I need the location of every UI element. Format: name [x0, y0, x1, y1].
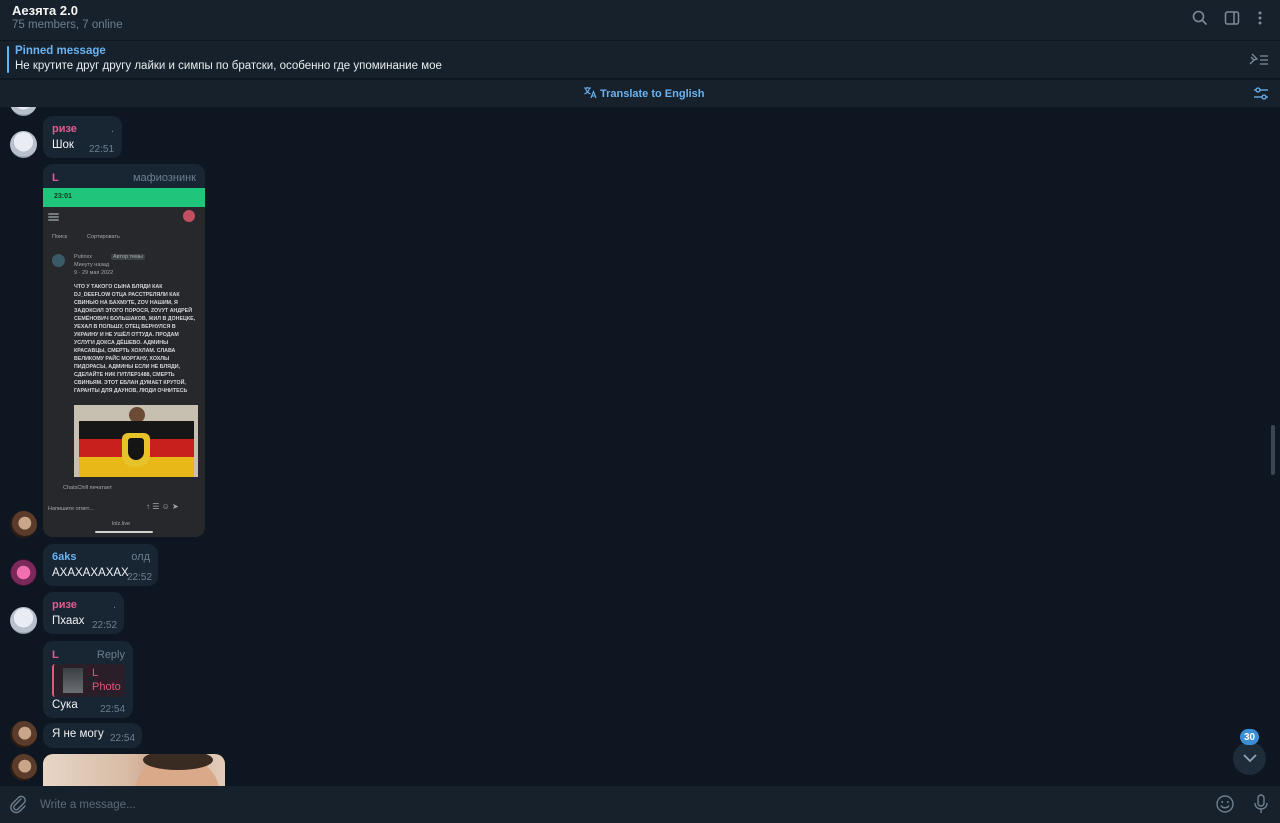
- photo-message[interactable]: [43, 754, 225, 786]
- chevron-down-icon: [1242, 750, 1258, 768]
- reply-sender: L: [92, 667, 99, 679]
- message-bubble[interactable]: Я не могу 22:54: [43, 723, 142, 748]
- message-sender[interactable]: L: [52, 649, 59, 661]
- pinned-indicator: [7, 46, 9, 73]
- translate-button[interactable]: Translate to English: [583, 86, 705, 102]
- screenshot-author-badge: Автор темы: [111, 254, 145, 260]
- message-text: Шок: [52, 139, 74, 151]
- screenshot-status-bar: 23:01: [43, 188, 205, 207]
- pinned-label: Pinned message: [15, 45, 106, 57]
- search-icon[interactable]: [1190, 8, 1210, 28]
- chat-subtitle: 75 members, 7 online: [12, 19, 123, 31]
- screenshot-toolbar-icons: ↑ ☰ ☺ ➤: [146, 502, 179, 511]
- avatar[interactable]: [10, 607, 37, 634]
- avatar[interactable]: [10, 131, 37, 158]
- avatar[interactable]: [10, 721, 37, 748]
- screenshot-image[interactable]: 23:01 Поиск Сортировать Putinxx Автор те…: [43, 188, 205, 537]
- attach-icon[interactable]: [8, 794, 28, 814]
- reply-preview[interactable]: L Photo: [52, 664, 125, 697]
- more-icon[interactable]: [1250, 8, 1270, 28]
- screenshot-typing: ChatsChill печатает: [63, 485, 113, 491]
- message-composer: [0, 786, 1280, 823]
- screenshot-ago: Минуту назад: [74, 262, 110, 268]
- pinned-list-icon[interactable]: [1248, 50, 1270, 68]
- message-list[interactable]: ризе . Шок 22:51 L мафиознинк 23:01 Поис…: [0, 107, 1280, 786]
- screenshot-avatar: [183, 210, 195, 222]
- scroll-down-button[interactable]: [1233, 742, 1266, 775]
- translate-settings-icon[interactable]: [1252, 85, 1270, 103]
- screenshot-menu-icon: [48, 219, 59, 221]
- screenshot-home-bar: [95, 531, 153, 533]
- screenshot-reply-input: Напишите ответ...: [48, 506, 94, 512]
- message-text: Я не могу: [52, 728, 104, 740]
- screenshot-status-time: 23:01: [54, 193, 72, 200]
- message-text: Пхаах: [52, 615, 85, 627]
- message-text: Сука: [52, 699, 78, 711]
- screenshot-sort: Сортировать: [87, 234, 120, 240]
- screenshot-username: Putinxx: [74, 254, 93, 260]
- pinned-message[interactable]: Pinned message Не крутите друг другу лай…: [0, 41, 1280, 78]
- message-time: 22:52: [92, 620, 118, 631]
- sender-tag: .: [112, 599, 116, 611]
- sidebar-toggle-icon[interactable]: [1222, 8, 1242, 28]
- message-time: 22:52: [127, 572, 153, 583]
- scrollbar-thumb[interactable]: [1271, 425, 1275, 475]
- sender-tag: олд: [131, 551, 150, 563]
- message-time: 22:54: [110, 733, 136, 744]
- translate-bar: Translate to English: [0, 79, 1280, 107]
- screenshot-stats: 9 · 29 мая 2022: [74, 270, 114, 276]
- message-sender[interactable]: 6aks: [52, 551, 76, 563]
- message-text: АХАХАХАХАХ: [52, 567, 129, 579]
- avatar[interactable]: [10, 107, 37, 116]
- screenshot-url: lolz.live: [112, 521, 131, 527]
- translate-label: Translate to English: [600, 88, 705, 100]
- unread-count-badge: 30: [1240, 729, 1260, 745]
- message-time: 22:51: [89, 144, 115, 155]
- message-sender[interactable]: ризе: [52, 123, 77, 135]
- pinned-text: Не крутите друг другу лайки и симпы по б…: [15, 60, 442, 72]
- emoji-icon[interactable]: [1215, 794, 1235, 814]
- message-bubble[interactable]: ризе . Шок 22:51: [43, 116, 122, 158]
- screenshot-menu-icon: [48, 213, 59, 215]
- translate-icon: [583, 86, 597, 102]
- screenshot-user-avatar: [52, 254, 65, 267]
- sender-tag: мафиознинк: [132, 172, 196, 184]
- screenshot-menu-icon: [48, 216, 59, 218]
- reply-media-label: Photo: [92, 681, 121, 693]
- message-time: 22:54: [100, 704, 126, 715]
- avatar[interactable]: [10, 754, 37, 781]
- message-input[interactable]: [38, 794, 1198, 815]
- screenshot-search: Поиск: [52, 234, 68, 240]
- avatar[interactable]: [10, 559, 37, 586]
- sender-tag: .: [110, 123, 114, 135]
- microphone-icon[interactable]: [1251, 793, 1271, 815]
- avatar[interactable]: [10, 511, 37, 538]
- screenshot-post-text: ЧТО У ТАКОГО СЫНА БЛЯДИ КАК DJ_DEEFLOW О…: [74, 284, 196, 394]
- message-sender[interactable]: ризе: [52, 599, 77, 611]
- message-bubble[interactable]: ризе . Пхаах 22:52: [43, 592, 124, 634]
- chat-header[interactable]: Аезята 2.0 75 members, 7 online: [0, 0, 1280, 40]
- chat-title: Аезята 2.0: [12, 3, 78, 18]
- message-sender[interactable]: L: [52, 172, 59, 184]
- screenshot-flag-photo: [74, 405, 198, 477]
- message-bubble[interactable]: 6aks олд АХАХАХАХАХ 22:52: [43, 544, 158, 586]
- reply-photo-thumbnail: [63, 668, 83, 693]
- sender-tag: Reply: [96, 649, 125, 661]
